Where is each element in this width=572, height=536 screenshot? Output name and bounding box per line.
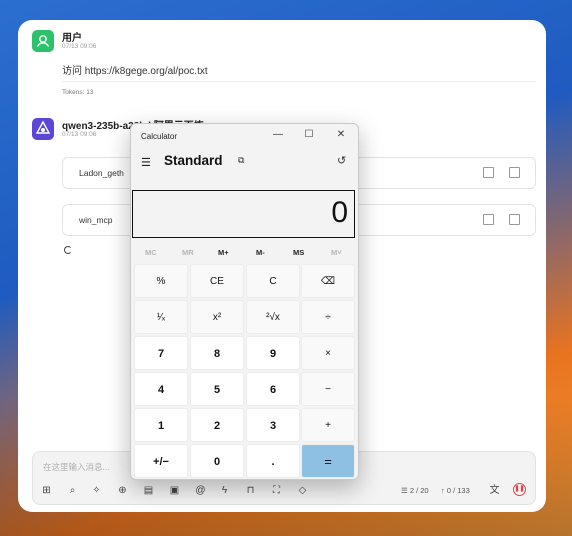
memory-store-button[interactable]: MS	[293, 248, 304, 257]
page-counter: ☰ 2 / 20	[401, 486, 429, 495]
assistant-message-time: 07/13 09:06	[62, 131, 97, 138]
digit-9-button[interactable]: 9	[246, 336, 300, 370]
reciprocal-button[interactable]: ¹⁄ₓ	[134, 300, 188, 334]
calculator-title: Calculator	[141, 132, 178, 141]
calculator-window: Calculator — ☐ ✕ ☰ Standard ⧉ ↺ 0 MC MR …	[130, 123, 359, 480]
message-divider	[62, 81, 536, 82]
token-counter-value: 0 / 133	[446, 486, 470, 495]
tool-call-label: Ladon_geth	[79, 168, 124, 178]
fullscreen-icon[interactable]: ⛶	[271, 485, 282, 496]
new-topic-icon[interactable]: ⊞	[41, 485, 52, 496]
multiply-button[interactable]: ×	[301, 336, 355, 370]
memory-list-button[interactable]: M˅	[331, 248, 342, 257]
expand-icon[interactable]	[483, 214, 494, 225]
calculator-display: 0	[132, 190, 355, 238]
digit-6-button[interactable]: 6	[246, 372, 300, 406]
divide-button[interactable]: ÷	[301, 300, 355, 334]
history-icon[interactable]: ↺	[337, 154, 346, 167]
token-count: Tokens: 13	[62, 89, 94, 96]
square-root-button[interactable]: ²√x	[246, 300, 300, 334]
close-button[interactable]: ✕	[331, 128, 351, 142]
digit-7-button[interactable]: 7	[134, 336, 188, 370]
clear-button[interactable]: C	[246, 264, 300, 298]
digit-0-button[interactable]: 0	[190, 444, 244, 478]
backspace-button[interactable]: ⌫	[301, 264, 355, 298]
digit-4-button[interactable]: 4	[134, 372, 188, 406]
negate-button[interactable]: +/−	[134, 444, 188, 478]
keep-on-top-icon[interactable]: ⧉	[238, 155, 244, 166]
memory-subtract-button[interactable]: M-	[256, 248, 265, 257]
equals-button[interactable]: =	[301, 444, 355, 478]
maximize-button[interactable]: ☐	[299, 128, 319, 142]
percent-button[interactable]: %	[134, 264, 188, 298]
knowledge-icon[interactable]: ▤	[143, 485, 154, 496]
square-button[interactable]: x²	[190, 300, 244, 334]
lightbulb-icon[interactable]: ✧	[91, 485, 102, 496]
copy-icon[interactable]	[509, 167, 520, 178]
user-message-time: 07/13 09:06	[62, 43, 97, 50]
plugin-icon[interactable]: ⊓	[245, 485, 256, 496]
memory-clear-button[interactable]: MC	[145, 248, 157, 257]
assistant-avatar-icon	[32, 118, 54, 140]
loading-spinner-icon	[64, 246, 72, 254]
digit-1-button[interactable]: 1	[134, 408, 188, 442]
add-button[interactable]: +	[301, 408, 355, 442]
digit-5-button[interactable]: 5	[190, 372, 244, 406]
hamburger-menu-icon[interactable]: ☰	[141, 156, 151, 169]
stop-generation-button[interactable]: ❚❚	[513, 483, 526, 496]
translate-icon[interactable]: 文	[489, 485, 500, 496]
user-name: 用户	[62, 33, 82, 44]
clear-entry-button[interactable]: CE	[190, 264, 244, 298]
digit-3-button[interactable]: 3	[246, 408, 300, 442]
eraser-icon[interactable]: ◇	[297, 485, 308, 496]
user-avatar-icon	[32, 30, 54, 52]
subtract-button[interactable]: −	[301, 372, 355, 406]
digit-8-button[interactable]: 8	[190, 336, 244, 370]
display-value: 0	[331, 196, 348, 229]
minimize-button[interactable]: —	[268, 128, 288, 142]
decimal-button[interactable]: .	[246, 444, 300, 478]
token-counter: ↑ 0 / 133	[441, 486, 470, 495]
page-counter-value: 2 / 20	[409, 486, 429, 495]
globe-icon[interactable]: ⊕	[117, 485, 128, 496]
user-message: 访问 https://k8gege.org/al/poc.txt	[62, 66, 208, 77]
mention-icon[interactable]: @	[195, 485, 206, 496]
memory-recall-button[interactable]: MR	[182, 248, 194, 257]
terminal-icon[interactable]: ▣	[169, 485, 180, 496]
digit-2-button[interactable]: 2	[190, 408, 244, 442]
calculator-mode: Standard	[164, 153, 223, 168]
copy-icon[interactable]	[509, 214, 520, 225]
memory-add-button[interactable]: M+	[218, 248, 229, 257]
attachment-icon[interactable]: ⌕	[67, 485, 78, 496]
expand-icon[interactable]	[483, 167, 494, 178]
tool-call-label: win_mcp	[79, 215, 113, 225]
lightning-icon[interactable]: ϟ	[219, 485, 230, 496]
